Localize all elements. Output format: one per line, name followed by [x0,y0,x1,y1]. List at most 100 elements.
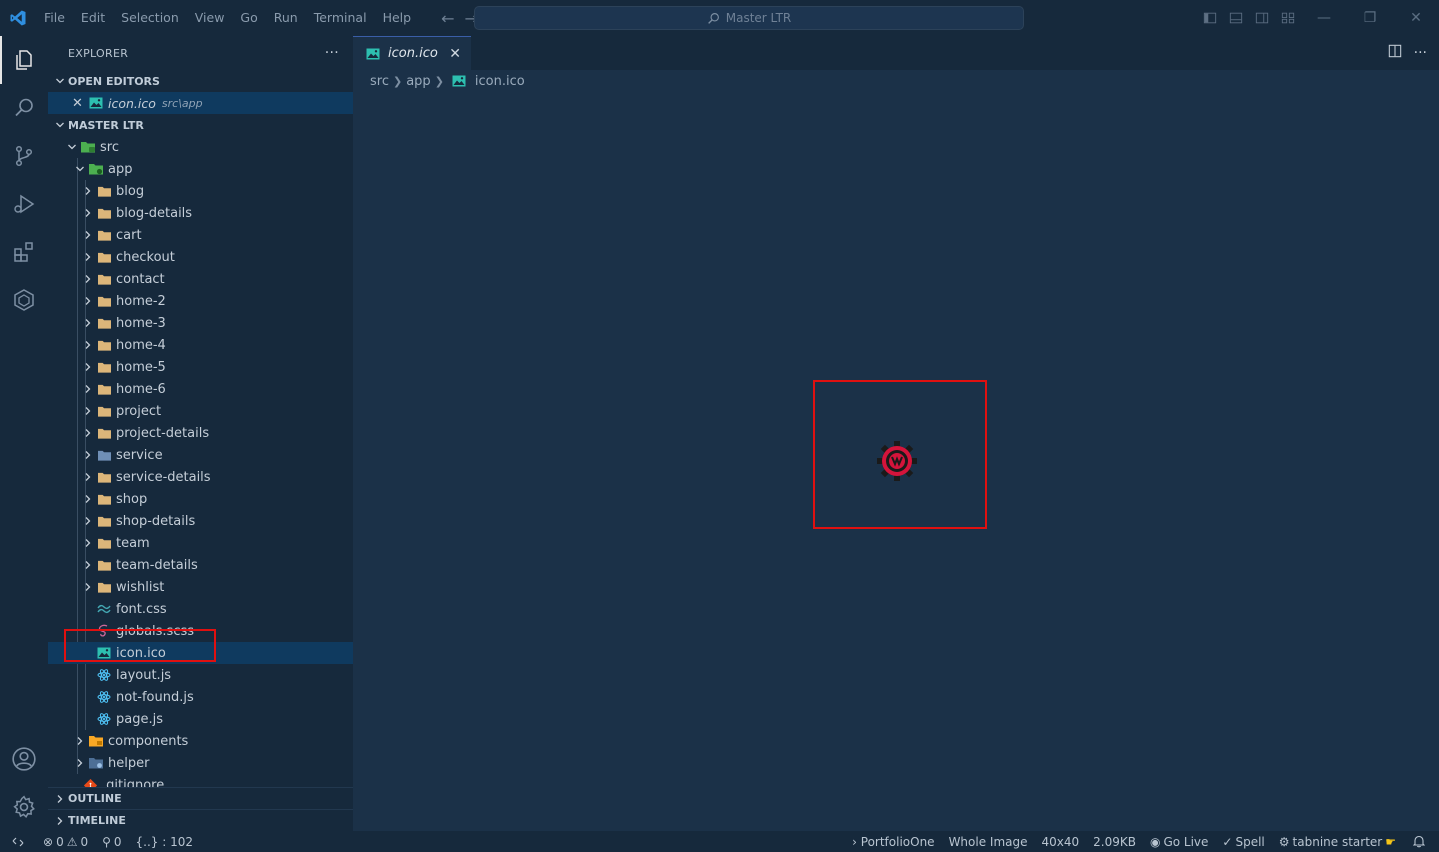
editor-actions: ··· [1388,36,1427,70]
source-control-icon[interactable] [0,132,48,180]
menu-edit[interactable]: Edit [73,0,113,36]
tree-folder-home-3[interactable]: home-3 [48,312,353,334]
image-zoom[interactable]: Whole Image [942,835,1035,849]
ports-indicator[interactable]: ⚲ 0 [95,835,128,849]
command-center[interactable]: Master LTR [474,6,1024,30]
tree-file-not-found-js[interactable]: not-found.js [48,686,353,708]
explorer-more-actions-icon[interactable]: ··· [325,45,339,61]
more-actions-icon[interactable]: ··· [1414,45,1427,61]
chevron-right-icon [80,183,96,199]
menu-help[interactable]: Help [375,0,420,36]
folder-icon [96,469,112,485]
chevron-right-icon [72,733,88,749]
tree-folder-team[interactable]: team [48,532,353,554]
chevron-right-icon [80,491,96,507]
tree-folder-shop[interactable]: shop [48,488,353,510]
tree-label: components [108,733,189,749]
back-arrow-icon[interactable]: ← [441,9,454,28]
close-editor-icon[interactable]: ✕ [72,96,88,111]
accounts-icon[interactable] [0,735,48,783]
app-folder-icon [88,161,104,177]
tree-file-layout-js[interactable]: layout.js [48,664,353,686]
tree-folder-helper[interactable]: helper [48,752,353,774]
explorer-icon[interactable] [0,36,48,84]
tabnine-button[interactable]: ⚙ tabnine starter ☛ [1272,835,1403,849]
tab-label: icon.ico [388,46,438,61]
tree-folder-components[interactable]: components [48,730,353,752]
chevron-right-icon [80,249,96,265]
tree-folder-home-6[interactable]: home-6 [48,378,353,400]
folder-icon [96,381,112,397]
go-live-button[interactable]: ◉ Go Live [1143,835,1215,849]
menu-go[interactable]: Go [232,0,265,36]
open-editors-header[interactable]: OPEN EDITORS [48,70,353,92]
restore-icon[interactable]: ❐ [1347,0,1393,36]
tree-folder-checkout[interactable]: checkout [48,246,353,268]
menu-run[interactable]: Run [266,0,306,36]
breadcrumb-item[interactable]: icon.ico [475,74,525,89]
close-window-icon[interactable]: ✕ [1393,0,1439,36]
breadcrumb-item[interactable]: app [406,74,430,89]
outline-header[interactable]: OUTLINE [48,787,353,809]
tree-file-font-css[interactable]: font.css [48,598,353,620]
settings-gear-icon[interactable] [0,783,48,831]
check-icon: ✓ [1222,834,1233,849]
json-indicator[interactable]: {..} : 102 [129,835,200,849]
search-icon[interactable] [0,84,48,132]
tree-folder-contact[interactable]: contact [48,268,353,290]
tree-label: cart [116,227,142,243]
remote-explorer-icon[interactable] [0,276,48,324]
menu-view[interactable]: View [187,0,233,36]
minimize-icon[interactable]: — [1301,0,1347,36]
problems-indicator[interactable]: ⊗ 0 ⚠ 0 [36,835,95,849]
breadcrumb-item[interactable]: src [370,74,389,89]
project-indicator[interactable]: › PortfolioOne [845,835,941,849]
tree-folder-home-5[interactable]: home-5 [48,356,353,378]
chevron-right-icon [80,535,96,551]
image-file-icon [365,46,381,62]
tree-label: not-found.js [116,689,194,705]
tab-icon-ico[interactable]: icon.ico ✕ [353,36,471,70]
menu-selection[interactable]: Selection [113,0,187,36]
tree-folder-project[interactable]: project [48,400,353,422]
chevron-right-icon [80,271,96,287]
tree-folder-wishlist[interactable]: wishlist [48,576,353,598]
toggle-panel-icon[interactable] [1223,0,1249,36]
workspace-header[interactable]: MASTER LTR [48,114,353,136]
split-editor-icon[interactable] [1388,44,1402,62]
status-bar: ⊗ 0 ⚠ 0 ⚲ 0 {..} : 102 › PortfolioOne Wh… [0,831,1439,852]
tree-folder-app[interactable]: app [48,158,353,180]
tree-folder-blog-details[interactable]: blog-details [48,202,353,224]
tree-folder-team-details[interactable]: team-details [48,554,353,576]
notifications-bell-icon[interactable] [1403,835,1439,848]
chevron-down-icon [64,139,80,155]
close-tab-icon[interactable]: ✕ [449,46,461,62]
tree-folder-home-2[interactable]: home-2 [48,290,353,312]
toggle-secondary-sidebar-icon[interactable] [1249,0,1275,36]
tree-label: service [116,447,163,463]
open-editor-item[interactable]: ✕ icon.ico src\app [48,92,353,114]
tree-folder-home-4[interactable]: home-4 [48,334,353,356]
customize-layout-icon[interactable] [1275,0,1301,36]
spell-button[interactable]: ✓ Spell [1215,835,1271,849]
toggle-primary-sidebar-icon[interactable] [1197,0,1223,36]
tree-folder-service-details[interactable]: service-details [48,466,353,488]
tree-folder-src[interactable]: src [48,136,353,158]
tree-folder-blog[interactable]: blog [48,180,353,202]
editor-area: icon.ico ✕ ··· src ❯ app ❯ icon.ico [353,36,1439,831]
timeline-header[interactable]: TIMELINE [48,809,353,831]
tree-folder-project-details[interactable]: project-details [48,422,353,444]
remote-indicator-icon[interactable] [0,836,36,848]
menu-file[interactable]: File [36,0,73,36]
tree-folder-shop-details[interactable]: shop-details [48,510,353,532]
tree-folder-cart[interactable]: cart [48,224,353,246]
folder-icon [96,227,112,243]
tree-file-page-js[interactable]: page.js [48,708,353,730]
chevron-right-icon [80,359,96,375]
run-debug-icon[interactable] [0,180,48,228]
file-tree: src app blog blog-details cart checkout cont… [48,136,353,796]
antenna-icon: ⚲ [102,834,111,849]
extensions-icon[interactable] [0,228,48,276]
tree-folder-service[interactable]: service [48,444,353,466]
menu-terminal[interactable]: Terminal [306,0,375,36]
